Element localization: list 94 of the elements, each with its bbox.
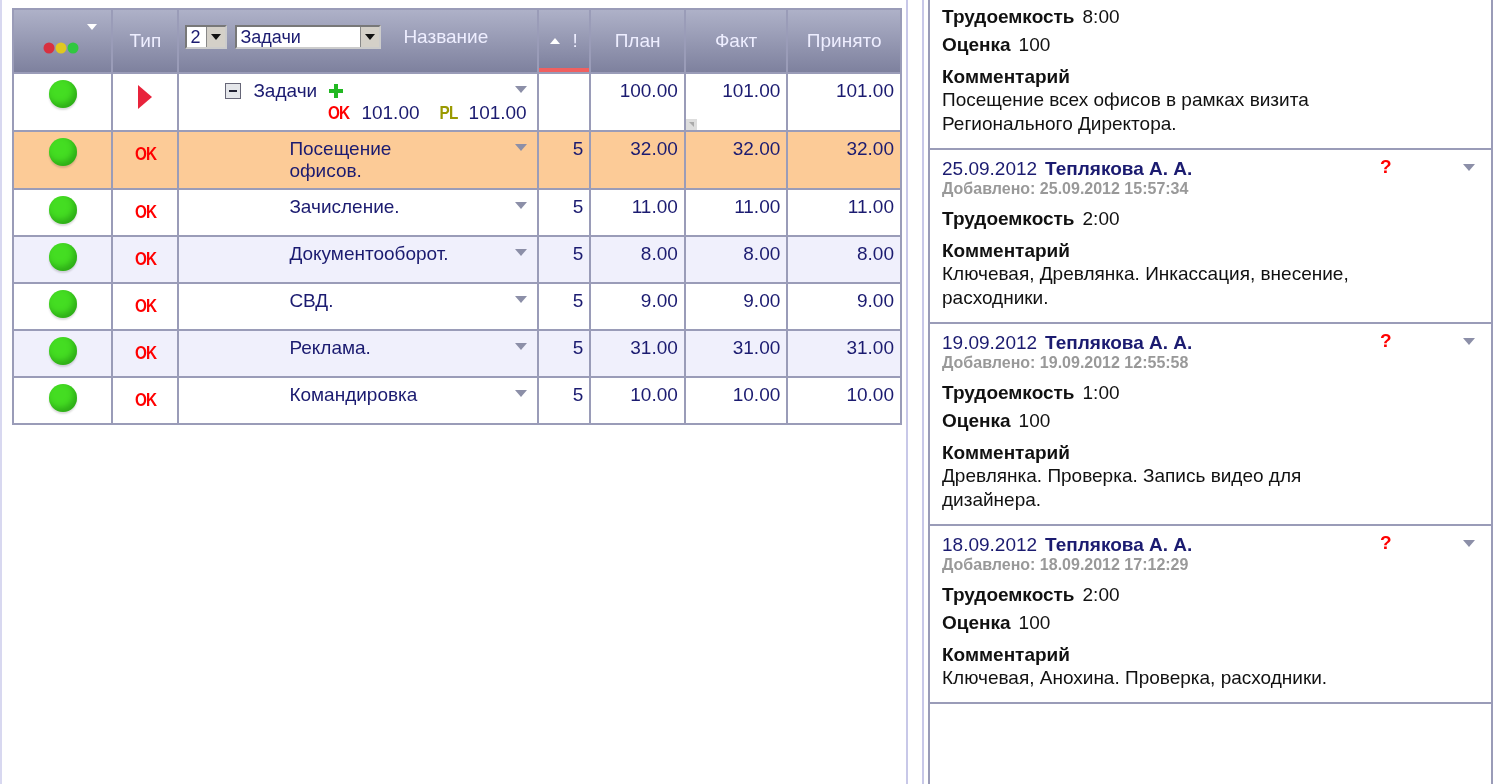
plan-value: 32.00 — [630, 138, 678, 159]
plan-value: 11.00 — [631, 196, 678, 217]
field-label: Трудоемкость — [942, 208, 1075, 230]
task-name: Посещение офисов. — [289, 138, 393, 182]
entry-author: Теплякова А. А. — [1045, 332, 1193, 354]
status-column-header[interactable] — [14, 10, 112, 72]
plan-value: 10.00 — [630, 384, 678, 405]
task-name: Документооборот. — [289, 243, 450, 265]
priority-value: 5 — [572, 196, 584, 217]
accepted-value: 101.00 — [835, 80, 894, 101]
priority-value: 5 — [572, 290, 584, 311]
plan-value: 8.00 — [640, 243, 678, 264]
comment-text: Ключевая, Древлянка. Инкассация, внесение, расходники. — [942, 262, 1350, 310]
fact-value: 8.00 — [743, 243, 781, 264]
comment-label: Комментарий — [942, 240, 1071, 262]
task-name: Зачисление. — [289, 196, 401, 218]
added-timestamp: Добавлено: 25.09.2012 15:57:34 — [942, 180, 1190, 198]
column-header[interactable]: Факт — [685, 10, 787, 72]
column-header[interactable]: План — [591, 10, 684, 72]
accepted-value: 31.00 — [846, 337, 894, 358]
type-label: OK — [134, 144, 157, 165]
task-name: Реклама. — [289, 337, 372, 359]
entry-author: Теплякова А. А. — [1045, 158, 1193, 180]
plan-value: 31.00 — [630, 337, 678, 358]
caret-icon[interactable] — [365, 34, 376, 40]
resize-handle-icon[interactable] — [685, 119, 697, 130]
field-label: Трудоемкость — [942, 6, 1075, 28]
collapse-icon[interactable] — [225, 83, 242, 99]
fact-value: 31.00 — [732, 337, 781, 358]
task-name: СВД. — [289, 290, 335, 312]
priority-value: 5 — [572, 138, 584, 159]
column-header[interactable]: ! — [538, 10, 590, 72]
comment-text: Ключевая, Анохина. Проверка, расходники. — [942, 666, 1329, 690]
field-value: 1:00 — [1082, 382, 1120, 404]
play-icon — [137, 84, 154, 110]
plus-icon[interactable] — [329, 84, 344, 98]
sort-ascending-icon — [550, 37, 561, 44]
field-value: 2:00 — [1082, 584, 1120, 606]
comment-label: Комментарий — [942, 644, 1071, 666]
task-name: Задачи — [253, 80, 318, 102]
field-label: Трудоемкость — [942, 584, 1075, 606]
group-select[interactable]: Задачи — [235, 25, 382, 49]
accepted-value: 10.00 — [846, 384, 894, 405]
column-header[interactable]: Название — [403, 26, 489, 48]
comment-label: Комментарий — [942, 66, 1071, 88]
accepted-value: 8.00 — [857, 243, 894, 264]
priority-value: 5 — [572, 243, 584, 264]
ok-total: 101.00 — [361, 102, 420, 124]
field-value: 100 — [1018, 34, 1051, 56]
field-label: Оценка — [942, 34, 1011, 56]
question-mark[interactable]: ? — [1380, 156, 1392, 178]
fact-value: 9.00 — [743, 290, 781, 311]
field-label: Оценка — [942, 612, 1011, 634]
column-header[interactable]: Тип — [113, 10, 178, 72]
type-label: OK — [134, 390, 157, 411]
fact-value: 10.00 — [732, 384, 781, 405]
added-timestamp: Добавлено: 18.09.2012 17:12:29 — [942, 556, 1190, 574]
priority-value: 5 — [572, 384, 584, 405]
priority-value: 5 — [572, 337, 584, 358]
field-value: 8:00 — [1082, 6, 1120, 28]
field-label: Трудоемкость — [942, 382, 1075, 404]
caret-icon[interactable] — [211, 34, 222, 40]
fact-value: 11.00 — [734, 196, 781, 217]
entry-author: Теплякова А. А. — [1045, 534, 1193, 556]
comment-text: Древлянка. Проверка. Запись видео для дизайнера. — [942, 464, 1303, 512]
question-mark[interactable]: ? — [1380, 532, 1392, 554]
ok-label: OK — [328, 103, 350, 124]
type-label: OK — [134, 296, 157, 317]
entry-date: 25.09.2012 — [942, 158, 1038, 180]
plan-value: 9.00 — [640, 290, 678, 311]
comment-label: Комментарий — [942, 442, 1071, 464]
fact-value: 101.00 — [722, 80, 781, 101]
accepted-value: 11.00 — [847, 196, 894, 217]
field-value: 100 — [1018, 612, 1051, 634]
question-mark[interactable]: ? — [1380, 330, 1392, 352]
field-label: Оценка — [942, 410, 1011, 432]
pl-total: 101.00 — [468, 102, 527, 124]
type-label: OK — [134, 249, 157, 270]
accepted-value: 32.00 — [846, 138, 894, 159]
type-label: OK — [134, 343, 157, 364]
column-header[interactable]: Принято — [788, 10, 900, 72]
comment-text: Посещение всех офисов в рамках визита Регионального Директора. — [942, 88, 1310, 136]
level-select[interactable]: 2 — [185, 25, 228, 49]
added-timestamp: Добавлено: 19.09.2012 12:55:58 — [942, 354, 1190, 372]
entry-date: 18.09.2012 — [942, 534, 1038, 556]
entry-date: 19.09.2012 — [942, 332, 1038, 354]
type-label: OK — [134, 202, 157, 223]
plan-value: 100.00 — [619, 80, 678, 101]
accepted-value: 9.00 — [857, 290, 894, 311]
fact-value: 32.00 — [732, 138, 781, 159]
task-name: Командировка — [289, 384, 419, 406]
field-value: 2:00 — [1082, 208, 1120, 230]
field-value: 100 — [1018, 410, 1051, 432]
pl-label: PL — [439, 103, 457, 124]
